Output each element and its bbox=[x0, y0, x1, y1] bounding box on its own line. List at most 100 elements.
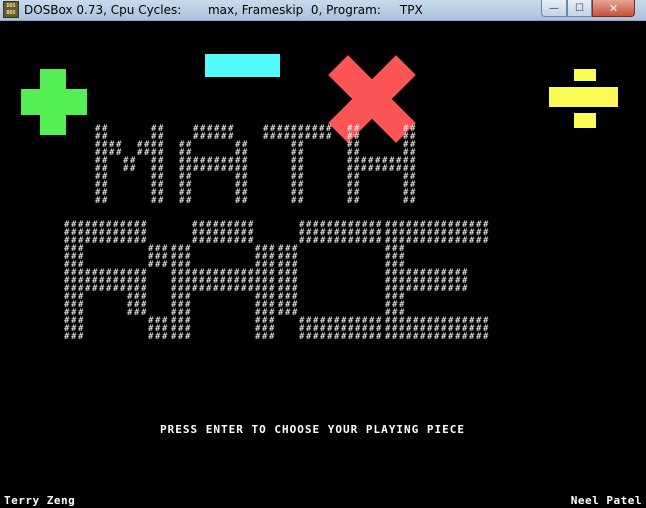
svg-text:#: # bbox=[134, 236, 140, 246]
svg-text:#: # bbox=[71, 332, 77, 342]
svg-text:#: # bbox=[469, 332, 475, 342]
svg-text:#: # bbox=[151, 196, 157, 206]
close-button[interactable]: ✕ bbox=[592, 0, 635, 17]
svg-text:#: # bbox=[341, 332, 347, 342]
math-race-logo: # ## ## ## ## ## ## ## ## ## ## ## ## ## ## ## ## ## ## ## #… bbox=[64, 124, 489, 342]
svg-text:#: # bbox=[148, 332, 154, 342]
svg-text:#: # bbox=[220, 236, 226, 246]
logo-word-race: # # ## # ## # ## # ## # ## # ## # ## # ## # ## # ## # ## # ## # ##… bbox=[64, 220, 489, 342]
svg-text:#: # bbox=[113, 236, 119, 246]
svg-text:#: # bbox=[255, 332, 261, 342]
svg-text:#: # bbox=[292, 308, 298, 318]
window-title-bar[interactable]: DOS BOX DOSBox 0.73, Cpu Cycles: max, Fr… bbox=[0, 0, 646, 21]
svg-text:#: # bbox=[448, 284, 454, 294]
svg-text:#: # bbox=[285, 308, 291, 318]
svg-text:#: # bbox=[361, 164, 367, 174]
svg-text:#: # bbox=[235, 196, 241, 206]
svg-text:#: # bbox=[85, 236, 91, 246]
svg-text:#: # bbox=[78, 332, 84, 342]
svg-text:#: # bbox=[448, 332, 454, 342]
dosbox-app-icon[interactable]: DOS BOX bbox=[3, 1, 19, 18]
svg-text:#: # bbox=[392, 332, 398, 342]
svg-text:#: # bbox=[362, 236, 368, 246]
svg-text:#: # bbox=[354, 196, 360, 206]
svg-text:#: # bbox=[178, 332, 184, 342]
svg-text:#: # bbox=[376, 236, 382, 246]
credit-left: Terry Zeng bbox=[4, 494, 76, 507]
svg-text:#: # bbox=[362, 332, 368, 342]
svg-text:#: # bbox=[299, 236, 305, 246]
minimize-button[interactable]: — bbox=[541, 0, 567, 17]
svg-text:#: # bbox=[214, 132, 220, 142]
svg-text:#: # bbox=[127, 236, 133, 246]
svg-text:#: # bbox=[327, 236, 333, 246]
svg-text:#: # bbox=[221, 132, 227, 142]
svg-text:#: # bbox=[313, 236, 319, 246]
svg-text:#: # bbox=[420, 284, 426, 294]
svg-text:#: # bbox=[319, 132, 325, 142]
game-screen[interactable]: # # # # # # # # # # # # # # # # # # # # # # # # # # # # # # # # # # # # # # # #… bbox=[0, 21, 646, 508]
svg-text:#: # bbox=[130, 164, 136, 174]
svg-text:#: # bbox=[137, 148, 143, 158]
svg-text:#: # bbox=[186, 196, 192, 206]
logo-word-math: # ## ## ## ## ## ## ## ## ## ## ## ## ## ## ## ## ## ## ## #… bbox=[95, 124, 416, 206]
svg-text:#: # bbox=[228, 132, 234, 142]
svg-text:#: # bbox=[106, 284, 112, 294]
svg-text:#: # bbox=[141, 236, 147, 246]
svg-text:#: # bbox=[185, 332, 191, 342]
svg-text:#: # bbox=[248, 284, 254, 294]
svg-text:#: # bbox=[193, 132, 199, 142]
svg-text:#: # bbox=[227, 284, 233, 294]
svg-text:#: # bbox=[95, 196, 101, 206]
svg-text:#: # bbox=[192, 284, 198, 294]
credit-right: Neel Patel bbox=[570, 494, 642, 507]
svg-text:#: # bbox=[85, 284, 91, 294]
svg-text:#: # bbox=[469, 236, 475, 246]
svg-text:#: # bbox=[179, 196, 185, 206]
svg-text:#: # bbox=[141, 308, 147, 318]
svg-text:#: # bbox=[206, 236, 212, 246]
svg-text:#: # bbox=[306, 332, 312, 342]
svg-text:#: # bbox=[427, 332, 433, 342]
svg-text:#: # bbox=[92, 284, 98, 294]
svg-text:#: # bbox=[242, 196, 248, 206]
svg-text:#: # bbox=[483, 236, 489, 246]
svg-text:#: # bbox=[406, 332, 412, 342]
svg-text:#: # bbox=[102, 196, 108, 206]
svg-text:#: # bbox=[120, 236, 126, 246]
svg-text:#: # bbox=[278, 308, 284, 318]
svg-text:#: # bbox=[462, 236, 468, 246]
press-enter-prompt: PRESS ENTER TO CHOOSE YOUR PLAYING PIECE bbox=[160, 423, 465, 436]
svg-text:#: # bbox=[396, 164, 402, 174]
svg-text:#: # bbox=[221, 164, 227, 174]
svg-text:#: # bbox=[241, 284, 247, 294]
svg-text:#: # bbox=[455, 236, 461, 246]
svg-text:#: # bbox=[313, 332, 319, 342]
svg-text:#: # bbox=[355, 236, 361, 246]
svg-text:#: # bbox=[200, 164, 206, 174]
svg-text:#: # bbox=[214, 164, 220, 174]
svg-text:#: # bbox=[348, 332, 354, 342]
svg-text:#: # bbox=[448, 236, 454, 246]
svg-text:#: # bbox=[368, 164, 374, 174]
svg-text:#: # bbox=[403, 196, 409, 206]
maximize-button[interactable]: ☐ bbox=[567, 0, 592, 17]
svg-text:#: # bbox=[420, 236, 426, 246]
svg-text:#: # bbox=[389, 164, 395, 174]
svg-text:#: # bbox=[355, 332, 361, 342]
svg-text:#: # bbox=[476, 332, 482, 342]
svg-text:#: # bbox=[441, 284, 447, 294]
svg-text:#: # bbox=[200, 132, 206, 142]
window-title: DOSBox 0.73, Cpu Cycles: max, Frameskip … bbox=[24, 3, 423, 17]
svg-text:#: # bbox=[341, 236, 347, 246]
svg-text:#: # bbox=[234, 236, 240, 246]
svg-text:#: # bbox=[155, 332, 161, 342]
svg-text:#: # bbox=[455, 284, 461, 294]
svg-text:#: # bbox=[120, 284, 126, 294]
svg-text:#: # bbox=[399, 332, 405, 342]
svg-text:#: # bbox=[227, 236, 233, 246]
svg-text:#: # bbox=[347, 196, 353, 206]
svg-text:#: # bbox=[127, 308, 133, 318]
svg-text:#: # bbox=[369, 236, 375, 246]
svg-text:#: # bbox=[369, 332, 375, 342]
